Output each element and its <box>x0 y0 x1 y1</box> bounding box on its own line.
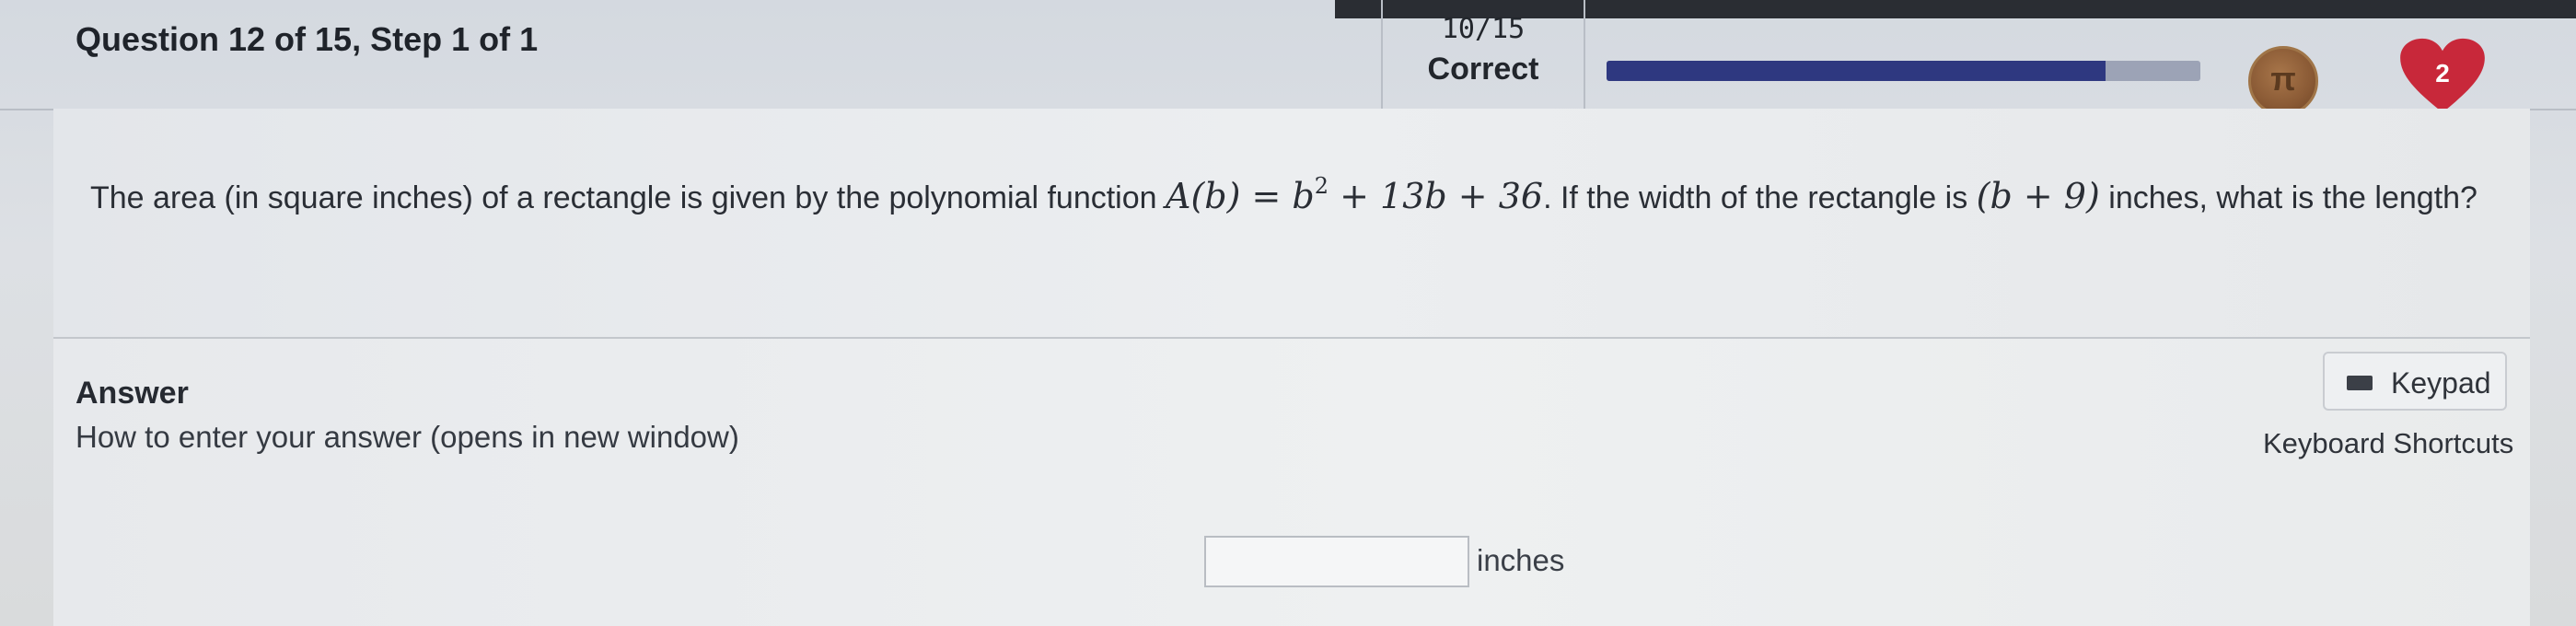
medal-glyph: π <box>2270 60 2296 98</box>
keypad-label: Keypad <box>2391 366 2491 400</box>
answer-status: Correct <box>1427 52 1539 87</box>
progress-bar <box>1607 61 2200 81</box>
question-title: Question 12 of 15, Step 1 of 1 <box>75 20 539 58</box>
medal-icon[interactable]: π <box>2248 46 2318 116</box>
progress-bar-fill <box>1607 61 2106 81</box>
question-text-before: The area (in square inches) of a rectang… <box>90 180 1166 215</box>
function-exponent: 2 <box>1314 173 1329 199</box>
answer-label: Answer <box>75 376 189 411</box>
function-lhs: A(b) = b <box>1166 176 1315 216</box>
score-box: 10/15 Correct <box>1381 0 1585 109</box>
heart-icon: 2 <box>2398 37 2487 116</box>
question-text-middle: . If the width of the rectangle is <box>1543 180 1977 215</box>
area-function: A(b) = b2 + 13b + 36 <box>1166 173 1544 216</box>
score-count: 10/15 <box>1441 13 1526 45</box>
answer-panel: Answer How to enter your answer (opens i… <box>53 339 2530 626</box>
width-expression: (b + 9) <box>1976 176 2100 216</box>
keyboard-icon <box>2347 376 2373 390</box>
answer-input[interactable] <box>1204 536 1469 587</box>
hearts-count: 2 <box>2435 59 2450 87</box>
unit-label: inches <box>1477 543 1565 577</box>
keypad-button[interactable]: Keypad <box>2323 352 2507 411</box>
keyboard-shortcuts-link[interactable]: Keyboard Shortcuts <box>2263 427 2513 460</box>
question-text: The area (in square inches) of a rectang… <box>90 173 2521 216</box>
page: Question 12 of 15, Step 1 of 1 10/15 Cor… <box>0 0 2576 626</box>
question-header: Question 12 of 15, Step 1 of 1 10/15 Cor… <box>0 0 2576 116</box>
question-panel: The area (in square inches) of a rectang… <box>53 109 2530 339</box>
question-text-after: inches, what is the length? <box>2099 180 2477 215</box>
function-rhs: + 13b + 36 <box>1329 176 1544 216</box>
how-to-enter-answer-link[interactable]: How to enter your answer (opens in new w… <box>75 420 739 455</box>
